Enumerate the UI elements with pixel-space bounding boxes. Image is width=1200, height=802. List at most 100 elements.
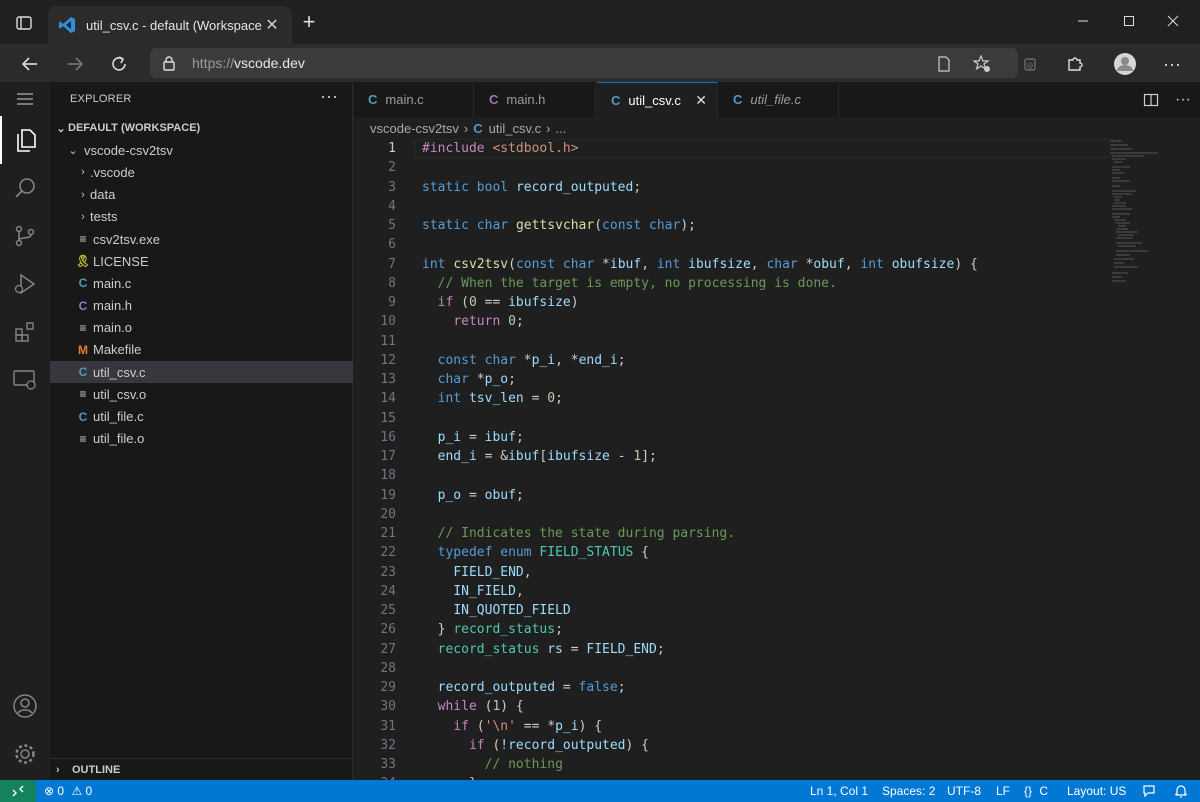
tree-item-main-o[interactable]: ≡ main.o — [50, 317, 353, 339]
extensions-puzzle-icon[interactable] — [1061, 50, 1089, 78]
file-lines-icon: ≡ — [79, 320, 87, 335]
close-window-icon[interactable] — [1158, 10, 1188, 32]
tree-item-util-csv-o[interactable]: ≡ util_csv.o — [50, 383, 353, 405]
menu-icon[interactable] — [0, 82, 50, 116]
tree-item-label: csv2tsv.exe — [93, 231, 160, 247]
settings-gear-icon[interactable] — [0, 730, 50, 778]
breadcrumb: vscode-csv2tsv › C util_csv.c › ... — [354, 117, 1200, 139]
browser-titlebar: util_csv.c - default (Workspace) - ✕ + — [0, 0, 1200, 44]
c-file-icon: C — [368, 92, 378, 107]
workspace-label: DEFAULT (WORKSPACE) — [68, 122, 201, 135]
tree-item-label: tests — [90, 209, 118, 225]
encoding[interactable]: UTF-8 — [947, 784, 981, 798]
source-control-icon[interactable] — [0, 212, 50, 260]
collections-icon[interactable]: @ — [1016, 50, 1044, 78]
vscode-icon — [59, 17, 75, 33]
tree-item-makefile[interactable]: M Makefile — [50, 339, 353, 361]
keyboard-layout[interactable]: Layout: US — [1067, 784, 1126, 798]
close-tab-icon[interactable]: ✕ — [262, 15, 282, 35]
profile-avatar[interactable] — [1111, 50, 1139, 78]
file-lines-icon: ≡ — [79, 232, 87, 247]
close-icon[interactable]: ✕ — [695, 92, 707, 109]
tab-util-file-c[interactable]: C util_file.c — [719, 82, 839, 117]
more-menu-icon[interactable]: ··· — [1158, 50, 1186, 78]
breadcrumb-folder[interactable]: vscode-csv2tsv — [370, 121, 459, 136]
tree-item-label: data — [90, 187, 116, 203]
more-actions-icon[interactable]: ··· — [320, 86, 338, 107]
remote-explorer-icon[interactable] — [0, 356, 50, 404]
h-file-icon: C — [489, 92, 499, 107]
tree-item-main-c[interactable]: C main.c — [50, 272, 353, 294]
tree-item-main-h[interactable]: C main.h — [50, 295, 353, 317]
maximize-icon[interactable] — [1114, 10, 1144, 32]
code-editor[interactable]: 1 #include <stdbool.h> 2 3 static bool rec… — [354, 139, 1200, 780]
tree-item-label: util_file.o — [93, 431, 145, 447]
tree-item-util-file-c[interactable]: C util_file.c — [50, 405, 353, 427]
add-favorite-icon[interactable] — [972, 54, 992, 74]
breadcrumb-file[interactable]: util_csv.c — [489, 121, 542, 136]
editor-more-icon[interactable]: ··· — [1174, 91, 1192, 109]
file-lines-icon: ≡ — [79, 387, 87, 402]
tree-item-license[interactable]: 🎗 LICENSE — [50, 250, 353, 272]
tree-item-label: .vscode — [90, 164, 135, 180]
chevron-right-icon: › — [81, 210, 85, 223]
notifications-bell-icon[interactable] — [1174, 784, 1188, 801]
new-tab-icon[interactable]: + — [298, 11, 320, 34]
cursor-position[interactable]: Ln 1, Col 1 — [810, 784, 868, 798]
back-icon[interactable] — [16, 50, 44, 78]
tree-item-data[interactable]: › data — [50, 184, 353, 206]
tab-util-csv-c[interactable]: C util_csv.c ✕ — [597, 82, 718, 117]
end-of-line[interactable]: LF — [996, 784, 1010, 798]
remote-indicator-icon[interactable] — [0, 780, 36, 802]
tab-main-h[interactable]: C main.h — [475, 82, 596, 117]
tree-item-util-csv-c[interactable]: C util_csv.c — [50, 361, 353, 384]
breadcrumb-more[interactable]: ... — [555, 121, 566, 136]
minimap[interactable] — [1108, 139, 1168, 299]
tab-actions-icon[interactable] — [14, 13, 34, 33]
tree-item-util-file-o[interactable]: ≡ util_file.o — [50, 428, 353, 450]
warning-icon: ⚠ — [71, 784, 83, 798]
problems-indicator[interactable]: ⊗ 0 ⚠ 0 — [44, 784, 92, 798]
outline-section[interactable]: › OUTLINE — [50, 758, 353, 780]
tree-item-label: LICENSE — [93, 253, 149, 269]
workspace-header[interactable]: ⌄ DEFAULT (WORKSPACE) — [50, 117, 353, 139]
accounts-icon[interactable] — [0, 682, 50, 730]
sidebar-title: EXPLORER — [70, 93, 132, 105]
tab-main-c[interactable]: C main.c — [354, 82, 474, 117]
browser-tab[interactable]: util_csv.c - default (Workspace) - ✕ — [48, 6, 292, 44]
page-icon[interactable] — [934, 54, 954, 74]
explorer-files-icon[interactable] — [0, 116, 50, 164]
tree-item-tests[interactable]: › tests — [50, 206, 353, 228]
tree-item-label: main.o — [93, 320, 133, 336]
tree-item-vscode[interactable]: › .vscode — [50, 161, 353, 183]
tree-item-csv2tsv-exe[interactable]: ≡ csv2tsv.exe — [50, 228, 353, 250]
c-file-icon: C — [473, 120, 483, 136]
lock-icon[interactable] — [162, 55, 176, 74]
braces-icon: {} — [1024, 784, 1033, 798]
search-icon[interactable] — [0, 164, 50, 212]
run-debug-icon[interactable] — [0, 260, 50, 308]
language-mode[interactable]: {} C — [1024, 784, 1048, 798]
chevron-down-icon: ⌄ — [68, 144, 78, 157]
extensions-icon[interactable] — [0, 308, 50, 356]
c-file-icon: C — [611, 92, 621, 108]
file-tree: ⌄ DEFAULT (WORKSPACE) ⌄ vscode-csv2tsv ›… — [50, 117, 353, 450]
folder-root[interactable]: ⌄ vscode-csv2tsv — [50, 139, 353, 161]
chevron-right-icon: › — [56, 763, 60, 776]
refresh-icon[interactable] — [105, 50, 133, 78]
split-editor-icon[interactable] — [1142, 91, 1160, 109]
error-count: 0 — [57, 784, 65, 798]
editor-tabs: C main.c C main.h C util_csv.c ✕ C util_… — [354, 82, 1200, 117]
minimize-icon[interactable] — [1068, 10, 1098, 32]
address-bar[interactable]: https://vscode.dev — [150, 48, 1018, 78]
forward-icon[interactable] — [61, 50, 89, 78]
tab-label: main.h — [506, 92, 546, 107]
chevron-right-icon: › — [463, 120, 469, 136]
tree-item-label: util_csv.o — [93, 386, 147, 402]
license-ribbon-icon: 🎗 — [75, 254, 91, 269]
indentation[interactable]: Spaces: 2 — [882, 784, 935, 798]
tree-item-label: Makefile — [93, 342, 142, 358]
tree-item-label: main.h — [93, 298, 133, 314]
url-text: https://vscode.dev — [192, 55, 305, 71]
feedback-icon[interactable] — [1142, 784, 1156, 801]
